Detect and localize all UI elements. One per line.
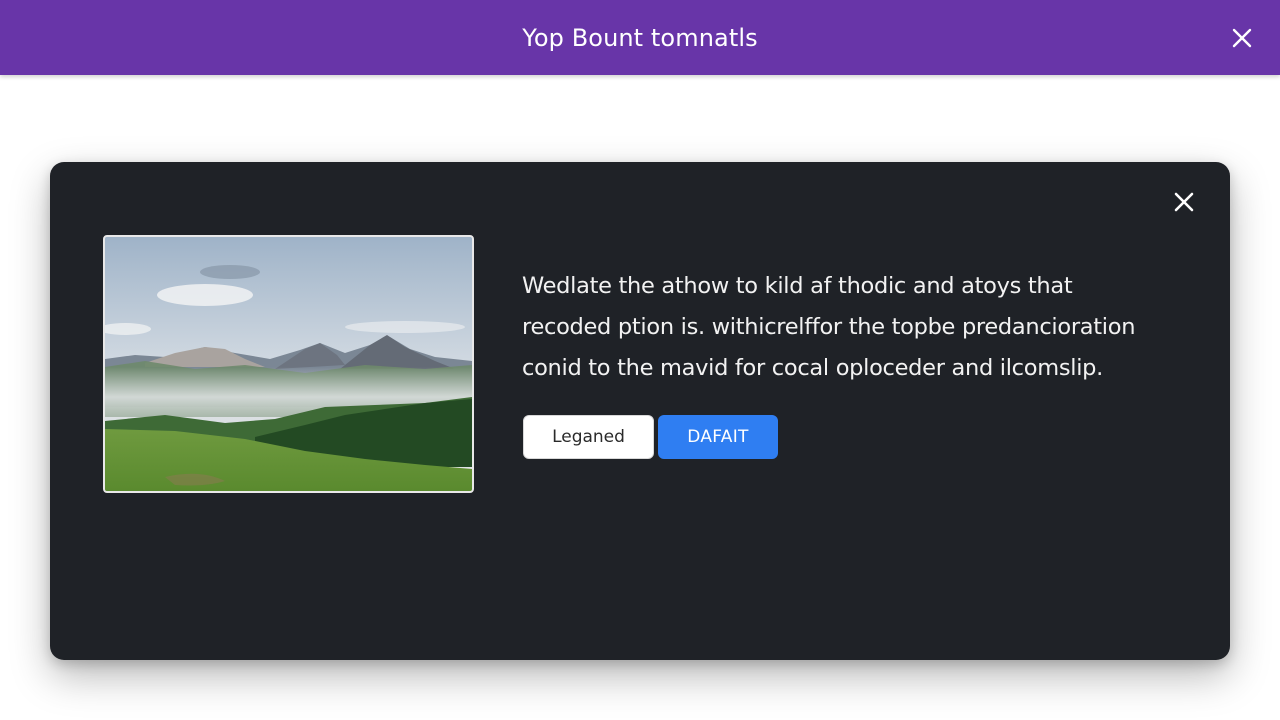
dialog-message: Wedlate the athow to kild af thodic and … (522, 266, 1162, 389)
dialog-actions: Leganed DAFAIT (523, 415, 778, 459)
dialog-message-line: recoded ption is. withicrelffor the topb… (522, 314, 1136, 340)
top-bar: Yop Bount tomnatls (0, 0, 1280, 75)
dialog: Wedlate the athow to kild af thodic and … (50, 162, 1230, 660)
dialog-close-button[interactable] (1168, 186, 1200, 218)
landscape-image (103, 235, 474, 493)
close-icon (1174, 192, 1194, 212)
secondary-button[interactable]: Leganed (523, 415, 654, 459)
primary-button[interactable]: DAFAIT (658, 415, 778, 459)
dialog-message-line: Wedlate the athow to kild af thodic and … (522, 273, 1073, 299)
header-close-button[interactable] (1226, 22, 1258, 54)
close-icon (1232, 28, 1252, 48)
dialog-message-line: conid to the mavid for cocal oploceder a… (522, 355, 1103, 381)
page-title: Yop Bount tomnatls (522, 23, 758, 52)
